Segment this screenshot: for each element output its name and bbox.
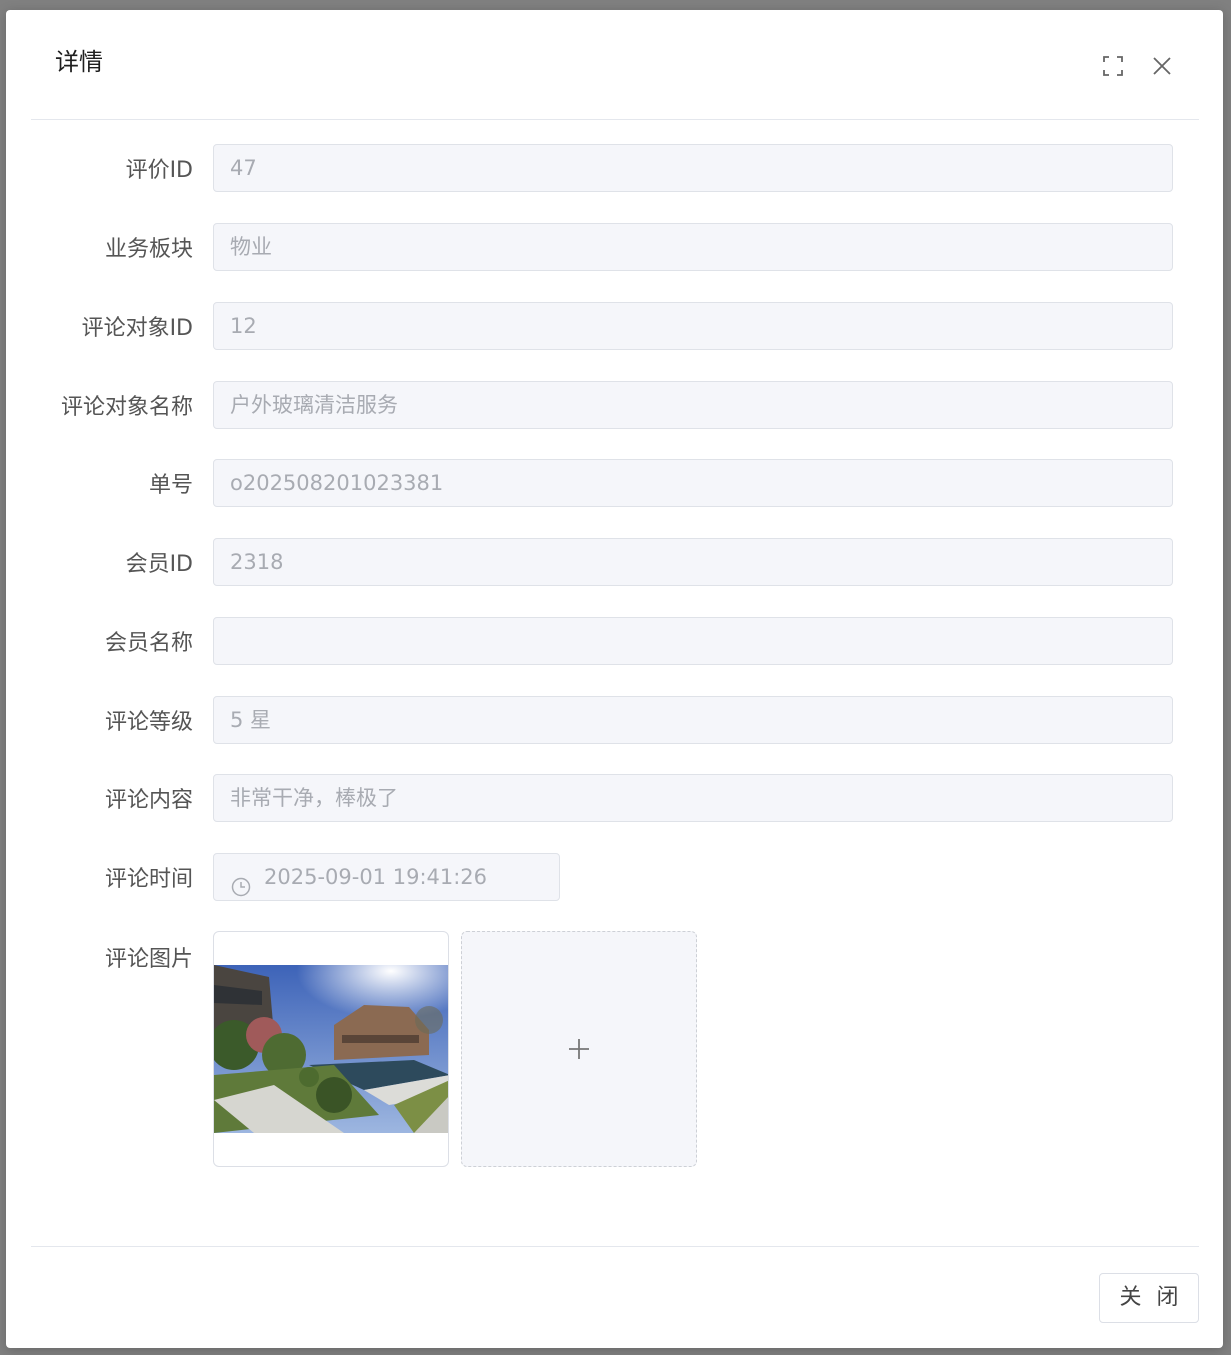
plus-icon [567,1037,591,1061]
form-row-time: 评论时间 2025-09-01 19:41:26 [6,851,1223,903]
upload-image-button[interactable] [461,931,697,1167]
field-label: 评论等级 [104,710,193,735]
field-label: 评论对象ID [81,316,193,341]
field-label: 单号 [148,473,193,498]
clock-icon [231,867,251,897]
dialog-title: 详情 [55,48,103,76]
form-row-review-id: 评价ID 47 [6,142,1223,194]
member-name-field[interactable] [213,617,1173,665]
target-name-field[interactable]: 户外玻璃清洁服务 [213,381,1173,429]
review-id-field[interactable]: 47 [213,144,1173,192]
form-row-images: 评论图片 [6,929,1223,1169]
field-label: 评论内容 [104,788,193,813]
content-field[interactable]: 非常干净，棒极了 [213,774,1173,822]
form-row-member-name: 会员名称 [6,615,1223,667]
close-button[interactable]: 关 闭 [1099,1273,1199,1323]
rating-field[interactable]: 5 星 [213,696,1173,744]
form-row-rating: 评论等级 5 星 [6,694,1223,746]
dialog-footer: 关 闭 [31,1246,1199,1349]
target-id-field[interactable]: 12 [213,302,1173,350]
time-value: 2025-09-01 19:41:26 [264,865,488,889]
member-id-field[interactable]: 2318 [213,538,1173,586]
review-photo [214,965,448,1133]
time-picker[interactable]: 2025-09-01 19:41:26 [213,853,560,901]
fullscreen-icon[interactable] [1101,54,1125,78]
form-row-target-name: 评论对象名称 户外玻璃清洁服务 [6,379,1223,431]
field-label: 业务板块 [104,237,193,262]
field-label: 评论图片 [104,947,193,972]
field-label: 评论对象名称 [60,395,193,420]
close-icon[interactable] [1150,54,1174,78]
form-row-member-id: 会员ID 2318 [6,536,1223,588]
form-row-content: 评论内容 非常干净，棒极了 [6,772,1223,824]
dialog-header: 详情 [31,10,1199,120]
detail-dialog: 详情 评价ID 47 业务板块 物业 评论对象ID 12 评论对象名称 户外玻璃… [6,10,1223,1348]
field-label: 评论时间 [104,867,193,892]
form-row-order-number: 单号 o202508201023381 [6,457,1223,509]
order-number-field[interactable]: o202508201023381 [213,459,1173,507]
field-label: 会员ID [125,552,193,577]
field-label: 评价ID [125,158,193,183]
field-label: 会员名称 [104,631,193,656]
business-section-field[interactable]: 物业 [213,223,1173,271]
form-row-target-id: 评论对象ID 12 [6,300,1223,352]
form-row-business-section: 业务板块 物业 [6,221,1223,273]
review-image-thumbnail[interactable] [213,931,449,1167]
